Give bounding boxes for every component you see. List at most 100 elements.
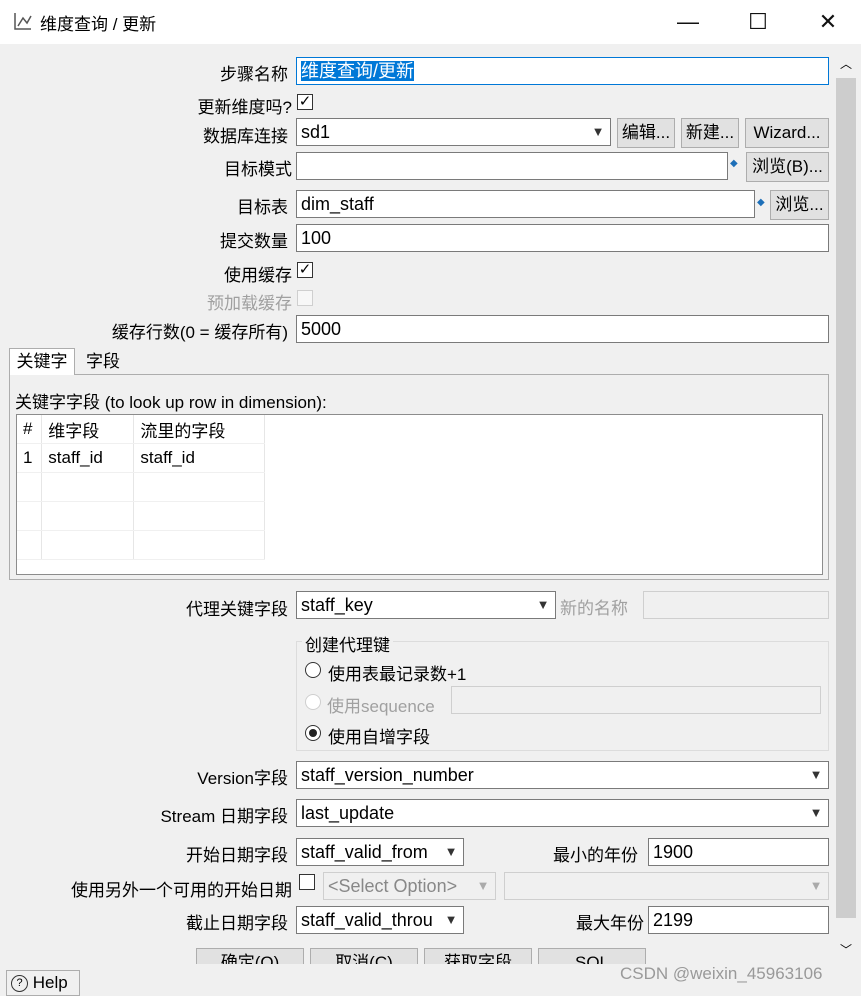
radio-auto-increment[interactable] [305,725,321,741]
cancel-button[interactable]: 取消(C) [310,948,418,964]
target-table-input[interactable]: dim_staff [296,190,755,218]
help-icon: ? [11,975,28,993]
new-name-label: 新的名称 [560,599,628,618]
variable-icon: ◆ [730,158,738,169]
surrogate-key-select[interactable]: staff_key ▼ [296,591,556,619]
col-header-dim-field[interactable]: 维字段 [41,415,135,444]
target-table-label: 目标表 [237,198,288,217]
use-cache-label: 使用缓存 [224,266,292,285]
start-date-value: staff_valid_from [301,842,428,862]
alt-start-type-select[interactable]: <Select Option> ▼ [323,872,496,900]
version-field-label: Version字段 [197,769,288,788]
edit-connection-button[interactable]: 编辑... [617,118,675,148]
stream-date-select[interactable]: last_update ▼ [296,799,829,827]
chevron-down-icon: ▼ [536,597,550,612]
alt-start-date-checkbox[interactable] [299,874,315,890]
chevron-down-icon: ▼ [591,124,605,139]
end-date-label: 截止日期字段 [186,914,288,933]
radio-table-max[interactable] [305,662,321,678]
radio-auto-increment-label: 使用自增字段 [328,728,430,747]
target-schema-label: 目标模式 [224,160,292,179]
chevron-down-icon: ▼ [444,912,458,927]
dim-field-cell[interactable]: staff_id [41,443,135,473]
close-icon[interactable]: ✕ [808,6,848,38]
transform-icon [12,10,34,32]
scroll-up-icon[interactable]: ︿ [836,54,856,74]
get-fields-button[interactable]: 获取字段 [424,948,532,964]
browse-schema-button[interactable]: 浏览(B)... [746,152,829,182]
window-title: 维度查询 / 更新 [40,15,157,34]
preload-cache-label: 预加载缓存 [207,294,292,313]
new-name-input[interactable] [643,591,829,619]
stream-date-label: Stream 日期字段 [160,807,288,826]
scrollbar-thumb[interactable] [836,78,856,918]
table-row[interactable] [17,472,265,502]
radio-sequence[interactable] [305,694,321,710]
step-name-value: 维度查询/更新 [301,61,415,81]
tab-keys[interactable]: 关键字 [9,348,75,375]
create-surrogate-title: 创建代理键 [302,631,393,656]
db-connection-value: sd1 [301,122,331,142]
chevron-down-icon: ▼ [444,844,458,859]
commit-size-input[interactable]: 100 [296,224,829,252]
radio-sequence-label: 使用sequence [327,697,435,716]
step-name-input[interactable]: 维度查询/更新 [296,57,829,85]
target-schema-input[interactable] [296,152,728,180]
stream-field-cell[interactable]: staff_id [133,443,265,473]
chevron-down-icon: ▼ [476,878,490,893]
help-label: Help [32,973,68,992]
cache-rows-label: 缓存行数(0 = 缓存所有) [111,323,288,342]
step-name-label: 步骤名称 [220,65,288,84]
end-date-value: staff_valid_throu [301,910,433,930]
alt-start-date-label: 使用另外一个可用的开始日期 [71,881,292,900]
start-date-select[interactable]: staff_valid_from ▼ [296,838,464,866]
scroll-down-icon[interactable]: ﹀ [836,940,856,960]
preload-cache-checkbox[interactable] [297,290,313,306]
row-index: 1 [17,443,43,473]
update-dimension-label: 更新维度吗? [197,98,292,117]
min-year-input[interactable]: 1900 [648,838,829,866]
table-row[interactable]: 1 staff_id staff_id [17,443,265,473]
update-dimension-checkbox[interactable]: ✓ [297,94,313,110]
table-row[interactable] [17,501,265,531]
sequence-input[interactable] [451,686,821,714]
version-field-select[interactable]: staff_version_number ▼ [296,761,829,789]
chevron-down-icon: ▼ [809,878,823,893]
col-header-index[interactable]: # [17,415,43,444]
chevron-down-icon: ▼ [809,767,823,782]
col-header-stream-field[interactable]: 流里的字段 [133,415,265,444]
max-year-input[interactable]: 2199 [648,906,829,934]
db-connection-label: 数据库连接 [203,127,288,146]
minimize-icon[interactable]: — [668,6,708,38]
stream-date-value: last_update [301,803,395,823]
variable-icon: ◆ [757,197,765,208]
maximize-icon[interactable]: ☐ [738,6,778,38]
wizard-button[interactable]: Wizard... [745,118,829,148]
table-header-row: # 维字段 流里的字段 [17,415,265,444]
footer-buttons: 确定(O) 取消(C) 获取字段 SQL [0,948,830,964]
version-field-value: staff_version_number [301,765,474,785]
surrogate-key-label: 代理关键字段 [186,600,288,619]
sql-button[interactable]: SQL [538,948,646,964]
commit-size-label: 提交数量 [220,232,288,251]
table-row[interactable] [17,530,265,560]
help-button[interactable]: ? Help [6,970,80,996]
keys-caption: 关键字字段 (to look up row in dimension): [15,393,327,412]
new-connection-button[interactable]: 新建... [681,118,739,148]
cache-rows-input[interactable]: 5000 [296,315,829,343]
use-cache-checkbox[interactable]: ✓ [297,262,313,278]
db-connection-select[interactable]: sd1 ▼ [296,118,611,146]
start-date-label: 开始日期字段 [186,846,288,865]
surrogate-key-value: staff_key [301,595,373,615]
alt-start-type-value: <Select Option> [328,876,458,896]
browse-table-button[interactable]: 浏览... [770,190,829,220]
radio-table-max-label: 使用表最记录数+1 [328,665,467,684]
tab-fields[interactable]: 字段 [78,350,128,375]
alt-start-field-select[interactable]: ▼ [504,872,829,900]
end-date-select[interactable]: staff_valid_throu ▼ [296,906,464,934]
watermark: CSDN @weixin_45963106 [620,964,823,983]
ok-button[interactable]: 确定(O) [196,948,304,964]
key-fields-table[interactable]: # 维字段 流里的字段 1 staff_id staff_id [16,414,823,575]
chevron-down-icon: ▼ [809,805,823,820]
min-year-label: 最小的年份 [553,846,638,865]
